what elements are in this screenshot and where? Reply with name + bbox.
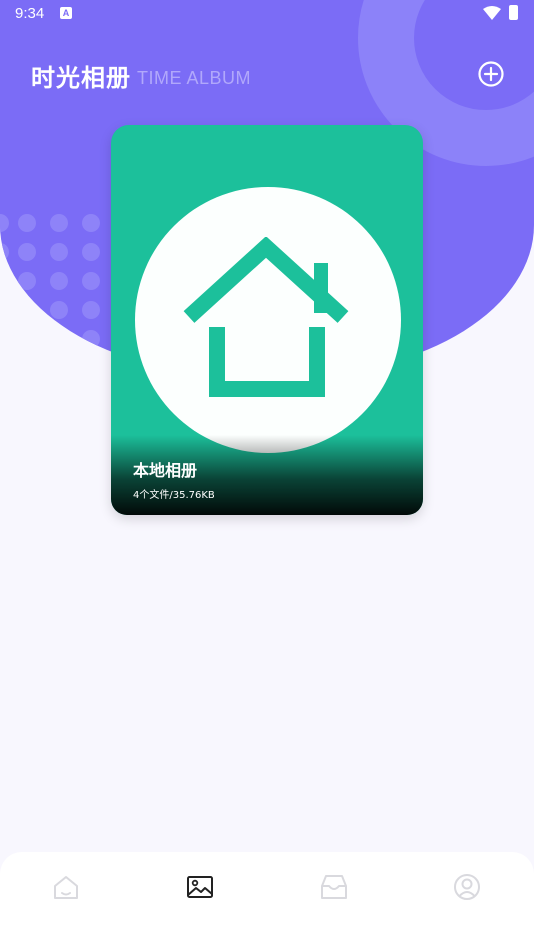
wifi-icon [483, 6, 501, 20]
status-bar: 9:34 A [0, 0, 534, 28]
inbox-icon [321, 875, 347, 899]
plus-circle-icon [478, 61, 504, 87]
album-name: 本地相册 [133, 461, 198, 480]
page-subtitle: TIME ALBUM [137, 68, 252, 88]
image-icon [187, 876, 213, 898]
decorative-dots [0, 214, 110, 354]
nav-inbox[interactable] [319, 872, 349, 902]
nav-home[interactable] [51, 872, 81, 902]
user-icon [454, 874, 480, 900]
album-meta: 4个文件/35.76KB [133, 490, 215, 501]
battery-icon [509, 5, 518, 20]
bottom-nav [0, 852, 534, 950]
home-icon [183, 237, 349, 397]
status-time: 9:34 [15, 5, 45, 22]
add-album-button[interactable] [477, 60, 505, 88]
nav-gallery[interactable] [185, 872, 215, 902]
nav-profile[interactable] [452, 872, 482, 902]
home-icon [54, 876, 78, 899]
album-card[interactable]: 本地相册 4个文件/35.76KB [111, 125, 423, 515]
notification-icon: A [60, 7, 72, 19]
page-title: 时光相册 [31, 64, 131, 92]
